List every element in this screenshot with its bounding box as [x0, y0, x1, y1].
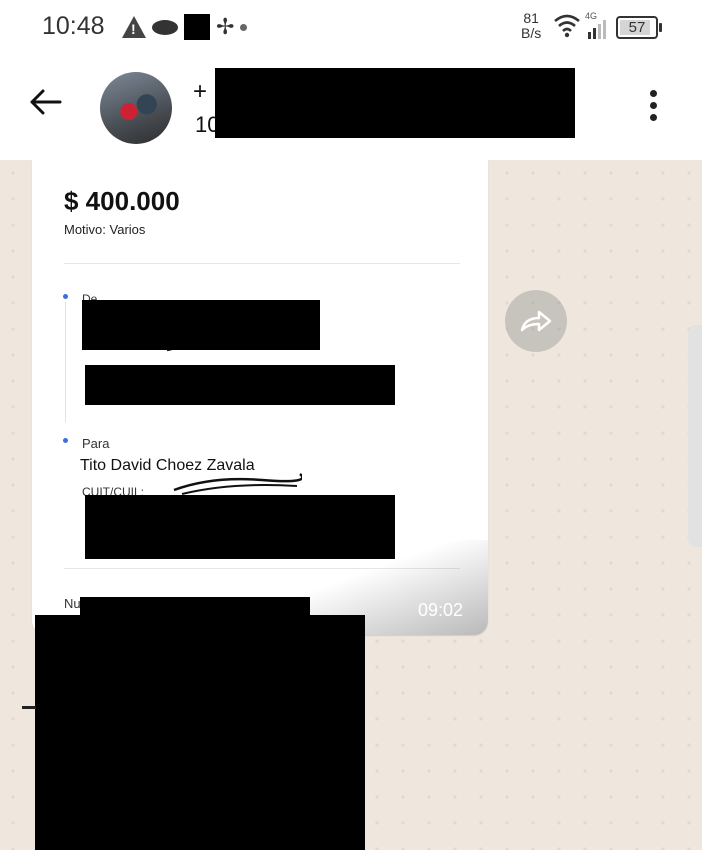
partial-mark [22, 706, 36, 709]
status-time: 10:48 [42, 12, 105, 40]
dot-icon [240, 23, 248, 31]
status-bar: 10:48 ✢ 81 B/s 4G 57 [0, 0, 702, 52]
fan-icon: ✢ [216, 14, 235, 39]
battery-level: 57 [628, 19, 646, 36]
message-time: 09:02 [418, 600, 464, 620]
chat-header: + 10 [0, 52, 702, 160]
contact-phone-prefix[interactable]: + [193, 78, 207, 106]
redaction-block [85, 365, 395, 405]
timeline-dot [63, 294, 68, 299]
to-label: Para [82, 436, 110, 451]
net-speed: 81 B/s [521, 11, 541, 41]
net-speed-value: 81 [523, 10, 539, 26]
network-type-label: 4G [585, 12, 597, 21]
redaction-block [35, 615, 365, 850]
forward-button[interactable] [505, 290, 567, 352]
redaction-header [215, 68, 575, 138]
signal-icon: 4G [585, 12, 606, 39]
wifi-icon [554, 14, 580, 38]
black-square-icon [184, 14, 210, 40]
timeline-line [65, 302, 66, 422]
contact-avatar[interactable] [100, 72, 172, 144]
back-arrow-icon[interactable] [28, 87, 64, 117]
side-panel-handle[interactable] [688, 325, 702, 547]
timeline-dot [63, 438, 68, 443]
net-speed-unit: B/s [521, 25, 542, 41]
redaction-block [85, 495, 395, 559]
battery-icon: 57 [616, 16, 662, 39]
more-vertical-icon[interactable] [650, 90, 657, 126]
forward-icon [520, 310, 552, 332]
transfer-amount: $ 400.000 [64, 186, 180, 216]
redaction-block [82, 300, 320, 350]
lips-icon [152, 19, 178, 35]
warning-icon [122, 16, 146, 38]
footer-label-partial: Nu [64, 596, 81, 611]
notification-icons: ✢ [122, 12, 248, 42]
scribble-mark [173, 473, 302, 495]
transfer-reason: Motivo: Varios [64, 222, 146, 237]
divider [64, 263, 460, 264]
